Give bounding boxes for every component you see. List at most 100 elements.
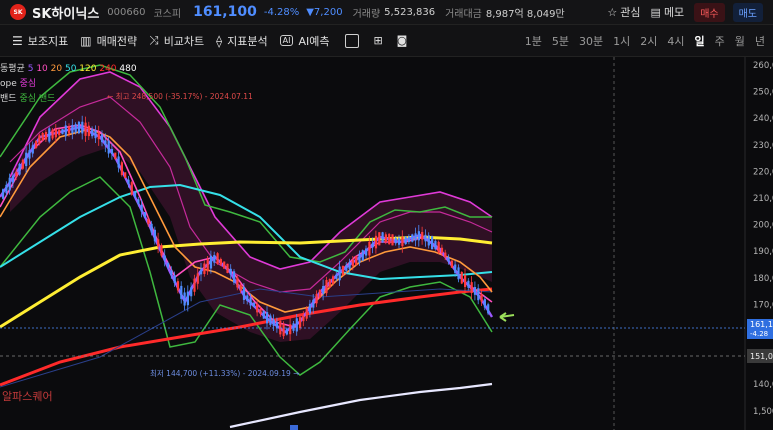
candle-body [470,282,473,294]
candle-body [25,152,28,167]
ma-period-50: 50 [64,64,80,74]
indicators-button[interactable]: ☰ 보조지표 [12,33,68,49]
layout-icon[interactable]: ⊞ [373,34,382,47]
candle-body [299,317,302,329]
drawing-box-icon[interactable] [345,33,360,48]
price-chart[interactable]: 260,0 250,0 240,0 230,0 220,0 210,0 200,0 190,0… [0,57,773,430]
indicator-legend: 동평균 5 10 20 50 120 240 480 ope 중심 밴드 중심 … [0,62,137,107]
strategy-button[interactable]: ▥ 매매전략 [80,33,137,49]
candle-body [440,247,444,253]
candle-body [11,175,15,183]
candle-body [315,294,318,304]
chart-toolbar: ☰ 보조지표 ▥ 매매전략 ⤨ 비교차트 ⟠ 지표분석 AI AI예측 ⊞ ◙ 1분 5분 3… [0,25,773,57]
volume-value: 5,523,836 [384,6,436,18]
candle-body [275,322,279,329]
y-tick-label: 200,0 [753,221,773,231]
candle-body [44,132,48,140]
candle-body [355,256,358,266]
candle-body [305,308,308,319]
period-9[interactable]: 년 [755,33,765,49]
candle-body [322,286,325,294]
candle-body [292,323,295,331]
ma-period-10: 10 [36,64,51,74]
candle-body [269,315,272,325]
y-tick-label: 260,0 [753,61,773,71]
y-tick-label: 180,0 [753,274,773,284]
market-name: 코스피 [153,8,182,20]
memo-label: 메모 [663,6,685,19]
candle-body [71,124,74,134]
watch-button[interactable]: ☆ 관심 [607,4,640,20]
alphasquare-watermark: 알파스퀘어 [2,390,53,403]
candle-body [176,281,180,291]
candle-body [140,204,143,212]
candle-body [236,277,239,288]
candle-body [401,236,404,247]
candle-body [110,148,114,155]
ma-period-480: 480 [119,64,137,74]
candle-body [94,130,97,139]
ma-period-120: 120 [79,64,100,74]
candle-body [223,261,226,269]
candle-body [457,267,460,280]
y-tick-label: 140,0 [753,380,773,390]
candle-body [252,302,255,307]
candle-body [229,268,232,275]
ma-period-240: 240 [99,64,120,74]
sell-order-button[interactable]: 매도 [732,2,763,22]
candle-body [5,184,8,194]
candle-body [68,126,71,134]
candle-body [153,229,156,242]
candle-body [21,159,24,169]
candle-body [120,162,123,175]
buy-order-button[interactable]: 매수 [694,2,725,22]
candle-body [147,218,150,224]
period-3[interactable]: 1시 [613,33,630,49]
candle-body [259,308,262,314]
candle-body [196,273,199,284]
period-0[interactable]: 1분 [525,33,542,49]
period-7[interactable]: 주 [715,33,725,49]
stock-name[interactable]: SK하이닉스 [32,3,99,22]
candle-body [18,163,21,175]
candle-body [28,150,31,159]
candle-body [239,285,242,291]
analysis-button[interactable]: ⟠ 지표분석 [216,33,267,49]
compare-button[interactable]: ⤨ 비교차트 [149,33,204,49]
candle-body [341,265,345,276]
candle-body [8,177,11,191]
period-2[interactable]: 30분 [579,33,603,49]
ai-predict-button[interactable]: AI AI예측 [279,33,330,49]
candle-body [262,310,265,319]
period-8[interactable]: 월 [735,33,745,49]
period-5[interactable]: 4시 [667,33,684,49]
candle-body [338,266,341,281]
candle-body [295,318,298,332]
candle-body [374,235,378,249]
company-logo: SK [10,4,26,20]
candle-body [421,231,424,240]
candle-body [371,243,374,248]
candle-body [114,152,117,160]
ai-label: AI예측 [298,34,330,48]
shuffle-icon: ⤨ [149,33,159,47]
candle-body [444,252,447,258]
candle-body [289,324,292,335]
candle-body [467,280,470,288]
candle-body [167,262,170,268]
candle-body [454,264,457,273]
period-4[interactable]: 2시 [640,33,657,49]
candle-body [378,232,381,246]
candle-body [411,234,414,242]
ma-period-list: 5 10 20 50 120 240 480 [28,64,137,74]
y-tick-label: 220,0 [753,167,773,177]
period-1[interactable]: 5분 [552,33,569,49]
candle-body [54,129,57,138]
candle-body [348,262,351,269]
camera-icon[interactable]: ◙ [397,34,408,47]
band-label: 밴드 [0,94,17,104]
candle-body [97,132,100,140]
memo-button[interactable]: ▤ 메모 [651,4,685,20]
candle-body [127,179,130,184]
period-6[interactable]: 일 [695,33,705,49]
